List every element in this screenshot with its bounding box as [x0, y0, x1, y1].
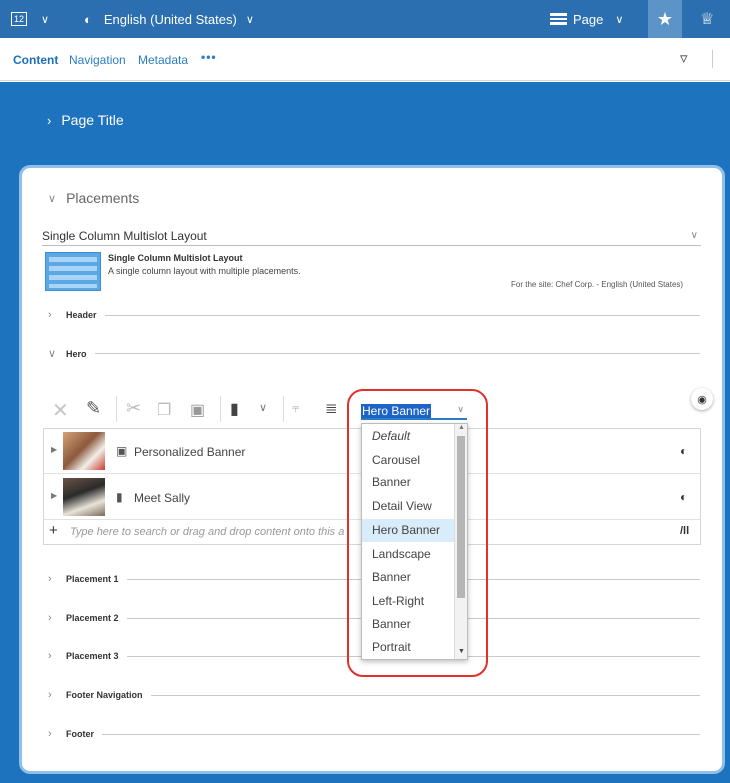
page-title-section[interactable]: › Page Title	[47, 112, 124, 128]
language-globe-icon: ◐	[84, 11, 92, 27]
comment-icon[interactable]: ◉	[691, 388, 713, 410]
paste-icon[interactable]: ▣	[190, 400, 205, 420]
tab-content[interactable]: Content	[13, 53, 58, 67]
site-note: For the site: Chef Corp. - English (Unit…	[511, 280, 684, 289]
placement-label: Placement 1	[66, 574, 119, 584]
layout-select-value: Single Column Multislot Layout	[42, 229, 207, 243]
expand-arrow-icon[interactable]: ▶	[51, 491, 57, 500]
chevron-down-icon: ∨	[615, 13, 624, 26]
expand-arrow-icon[interactable]: ▶	[51, 445, 57, 454]
chevron-right-icon: ›	[48, 612, 52, 624]
chevron-down-icon: ∨	[41, 13, 50, 26]
page-list-icon	[550, 13, 567, 25]
toolbar-divider	[116, 396, 117, 422]
lightbulb-icon: ♕	[700, 11, 715, 28]
tips-button[interactable]: ♕	[700, 0, 714, 38]
divider-line	[104, 314, 700, 316]
page-view-selector[interactable]: Page ∨	[550, 0, 623, 38]
star-icon: ★	[656, 8, 674, 29]
placements-section-label: Placements	[66, 190, 140, 206]
list-item-label: Personalized Banner	[134, 445, 246, 459]
placement-label: Placement 2	[66, 613, 119, 623]
chevron-right-icon: ›	[48, 689, 52, 701]
add-content-input[interactable]: Type here to search or drag and drop con…	[70, 526, 360, 538]
tab-navigation[interactable]: Navigation	[69, 53, 126, 67]
placement-label: Placement 3	[66, 651, 119, 661]
layout-thumbnail	[45, 252, 101, 291]
language-selector[interactable]: ◐ English (United States) ∨	[84, 0, 254, 38]
collapse-all-button[interactable]: ▿	[680, 49, 688, 67]
toolbar-divider	[712, 50, 713, 68]
library-icon[interactable]: /ll	[680, 525, 689, 537]
list-item-label: Meet Sally	[134, 491, 191, 505]
cut-scissors-icon[interactable]: ✂	[126, 398, 141, 419]
chevron-down-icon: ∨	[48, 192, 57, 205]
personalized-content-icon: ▣	[116, 444, 128, 458]
chevron-down-icon[interactable]: ∨	[259, 401, 267, 414]
hero-placement-label: Hero	[66, 348, 87, 359]
footer-row[interactable]: › Footer	[48, 728, 700, 740]
placement-label: Footer	[66, 729, 94, 739]
plus-icon[interactable]: +	[49, 522, 58, 539]
chevron-down-icon: ∨	[690, 230, 698, 241]
app-switcher-button[interactable]: 12 ∨	[11, 0, 49, 38]
header-placement-label: Header	[66, 310, 97, 320]
chevron-down-icon: ∨	[48, 348, 57, 360]
copy-icon[interactable]: ❐	[157, 400, 171, 420]
layout-description: A single column layout with multiple pla…	[108, 266, 301, 276]
favorites-button[interactable]: ★	[648, 0, 682, 38]
tab-metadata[interactable]: Metadata	[138, 53, 188, 67]
divider-line	[94, 353, 700, 354]
item-thumbnail	[63, 432, 105, 470]
highlight-annotation	[347, 389, 488, 677]
site-globe-icon: ◐	[680, 444, 688, 458]
chevron-right-icon: ›	[47, 112, 52, 128]
item-thumbnail	[63, 478, 105, 516]
hero-placement-row[interactable]: ∨ Hero	[48, 347, 700, 360]
divider-line	[102, 733, 700, 735]
toolbar-divider	[220, 396, 221, 422]
edit-pencil-icon[interactable]: ✎	[86, 398, 101, 419]
page-label: Page	[573, 11, 604, 27]
more-tabs-button[interactable]: •••	[201, 50, 217, 64]
footer-navigation-row[interactable]: › Footer Navigation	[48, 689, 700, 701]
chevron-right-icon: ›	[48, 728, 52, 740]
chevron-down-icon: ∨	[245, 13, 254, 26]
remove-icon[interactable]: ✕	[52, 398, 69, 423]
chevron-right-icon: ›	[48, 573, 52, 585]
new-content-icon[interactable]: ▮	[230, 399, 239, 419]
layout-select[interactable]: Single Column Multislot Layout ∨	[42, 229, 701, 246]
toolbar-divider	[283, 396, 284, 422]
chevron-right-icon: ›	[48, 650, 52, 662]
top-toolbar: 12 ∨ ◐ English (United States) ∨ Page ∨ …	[0, 0, 730, 38]
lock-icon[interactable]: ≣	[325, 399, 338, 417]
app-grid-icon: 12	[11, 12, 27, 26]
chevron-right-icon: ›	[48, 309, 52, 321]
language-label: English (United States)	[103, 11, 237, 27]
header-placement-row[interactable]: › Header	[48, 309, 700, 321]
site-globe-icon: ◐	[680, 490, 688, 504]
placement-label: Footer Navigation	[66, 690, 143, 700]
article-icon: ▮	[116, 490, 123, 504]
layout-name: Single Column Multislot Layout	[108, 253, 243, 263]
tab-bar: Content Navigation Metadata ••• ▿	[0, 38, 730, 81]
placements-section-header[interactable]: ∨ Placements	[48, 190, 139, 206]
hierarchy-icon[interactable]: ⫧	[292, 400, 299, 416]
page-title-section-label: Page Title	[61, 112, 124, 128]
divider-line	[150, 694, 700, 696]
